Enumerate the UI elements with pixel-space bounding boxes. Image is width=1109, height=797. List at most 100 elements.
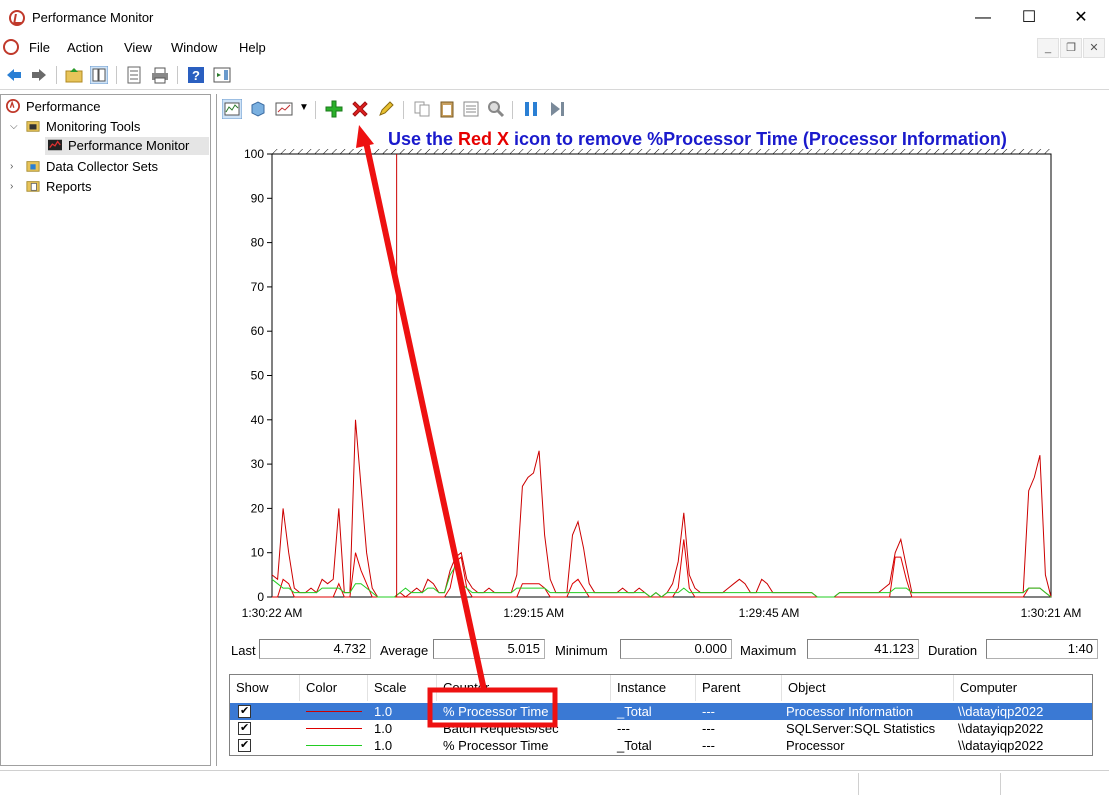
mdi-controls: _ ❐ ✕ [1036,38,1105,58]
legend-computer: \\datayiqp2022 [958,704,1044,719]
menu-window[interactable]: Window [171,40,217,55]
up-folder-icon[interactable] [65,66,83,84]
show-action-pane-icon[interactable] [213,66,231,84]
y-tick-label: 0 [257,590,264,604]
legend-counter: % Processor Time [443,738,549,753]
forward-arrow-icon[interactable] [30,66,48,84]
highlight-pencil-icon[interactable] [377,100,395,118]
legend-row[interactable]: 1.0 Batch Requests/sec --- --- SQLServer… [230,720,1092,737]
legend-header-color[interactable]: Color [300,675,368,701]
menu-action[interactable]: Action [67,40,103,55]
y-tick-label: 50 [251,369,265,383]
legend-header-counter[interactable]: Counter [437,675,611,701]
tree-node-monitoring-tools[interactable]: Monitoring Tools [25,118,140,136]
legend-header-computer[interactable]: Computer [954,675,1092,701]
chart-svg: 0 10 20 30 40 50 60 70 80 90 100 1:30:22 AM 1:29:15 … [242,147,1082,620]
legend-parent: --- [702,738,715,753]
legend-object: SQLServer:SQL Statistics [786,721,936,736]
legend-row[interactable]: 1.0 % Processor Time _Total --- Processo… [230,703,1092,720]
paste-counter-list-icon[interactable] [438,100,456,118]
menu-view[interactable]: View [124,40,152,55]
x-tick-label: 1:30:22 AM [242,606,303,620]
view-graph-icon[interactable] [222,99,242,119]
show-checkbox[interactable] [238,737,251,754]
back-arrow-icon[interactable] [5,66,23,84]
average-value: 5.015 [433,639,545,659]
plot-frame [271,153,1052,598]
legend-parent: --- [702,721,715,736]
add-counter-icon[interactable] [325,100,343,118]
legend-header-show[interactable]: Show [230,675,300,701]
maximum-value: 41.123 [807,639,919,659]
show-hide-console-tree-icon[interactable] [90,66,108,84]
freeze-display-icon[interactable] [249,100,267,118]
tree-node-performance[interactable]: Performance [5,98,100,116]
zoom-icon[interactable] [487,100,505,118]
legend-counter: Batch Requests/sec [443,721,559,736]
change-graph-type-icon[interactable] [275,100,293,118]
y-tick-label: 100 [244,147,264,161]
chevron-down-icon[interactable]: ⌵ [10,121,18,132]
tree-label-performance: Performance [26,99,101,114]
tree-label-monitoring-tools: Monitoring Tools [46,119,141,134]
x-tick-label: 1:30:21 AM [1021,606,1082,620]
value-bar: Last 4.732 Average 5.015 Minimum 0.000 M… [229,639,1109,661]
color-swatch-0 [306,711,362,712]
performance-monitor-view: ▼ 0 10 20 30 40 50 60 70 80 90 100 1:30:22 AM 1:29:1… [216,94,1109,766]
legend-header-instance[interactable]: Instance [611,675,696,701]
chevron-right-icon[interactable]: › [10,181,13,192]
average-label: Average [380,643,429,658]
close-button[interactable]: ✕ [1058,6,1104,30]
chevron-right-icon[interactable]: › [10,161,13,172]
copy-properties-icon[interactable] [413,100,431,118]
menu-help[interactable]: Help [239,40,266,55]
last-value: 4.732 [259,639,371,659]
mdi-close-button[interactable]: ✕ [1083,38,1105,58]
y-tick-label: 70 [251,280,265,294]
chevron-down-icon[interactable]: ▼ [299,102,309,113]
show-checkbox[interactable] [238,703,251,720]
mdi-minimize-button[interactable]: _ [1037,38,1059,58]
tree-node-performance-monitor[interactable]: Performance Monitor [45,137,209,155]
x-tick-label: 1:29:45 AM [739,606,800,620]
export-list-icon[interactable] [125,66,143,84]
legend-scale: 1.0 [374,704,393,719]
tree-label-data-collector-sets: Data Collector Sets [46,159,158,174]
delete-counter-icon[interactable] [351,100,369,118]
legend-header-parent[interactable]: Parent [696,675,782,701]
perfmon-node-icon [6,99,20,113]
legend-header-object[interactable]: Object [782,675,954,701]
folder-tools-icon [26,121,40,132]
console-tree: Performance ⌵ Monitoring Tools Performan… [0,94,211,766]
tree-node-data-collector-sets[interactable]: Data Collector Sets [25,158,158,176]
pause-icon[interactable] [522,100,540,118]
y-tick-label: 10 [251,546,265,560]
minimize-button[interactable]: — [960,6,1006,30]
legend-row[interactable]: 1.0 % Processor Time _Total --- Processo… [230,737,1092,754]
menu-bar: File Action View Window Help _ ❐ ✕ [0,34,1109,60]
y-tick-label: 80 [251,236,265,250]
main-toolbar: ? [0,60,1109,90]
color-swatch-1 [306,728,362,729]
svg-text:?: ? [192,68,200,83]
minimum-label: Minimum [555,643,608,658]
y-tick-label: 60 [251,324,265,338]
update-data-icon[interactable] [548,100,566,118]
legend-counter: % Processor Time [443,704,549,719]
maximize-button[interactable]: ☐ [1006,6,1052,30]
legend-scale: 1.0 [374,721,393,736]
system-menu-icon[interactable] [3,39,19,55]
show-checkbox[interactable] [238,720,251,737]
menu-file[interactable]: File [29,40,50,55]
minimum-value: 0.000 [620,639,732,659]
legend-header: Show Color Scale Counter Instance Parent… [230,675,1092,701]
mdi-restore-button[interactable]: ❐ [1060,38,1082,58]
properties-icon[interactable] [462,100,480,118]
print-icon[interactable] [151,66,169,84]
legend-computer: \\datayiqp2022 [958,738,1044,753]
y-tick-label: 90 [251,191,265,205]
help-icon[interactable]: ? [187,66,205,84]
tree-node-reports[interactable]: Reports [25,178,92,196]
legend-header-scale[interactable]: Scale [368,675,437,701]
window-title: Performance Monitor [32,10,154,25]
